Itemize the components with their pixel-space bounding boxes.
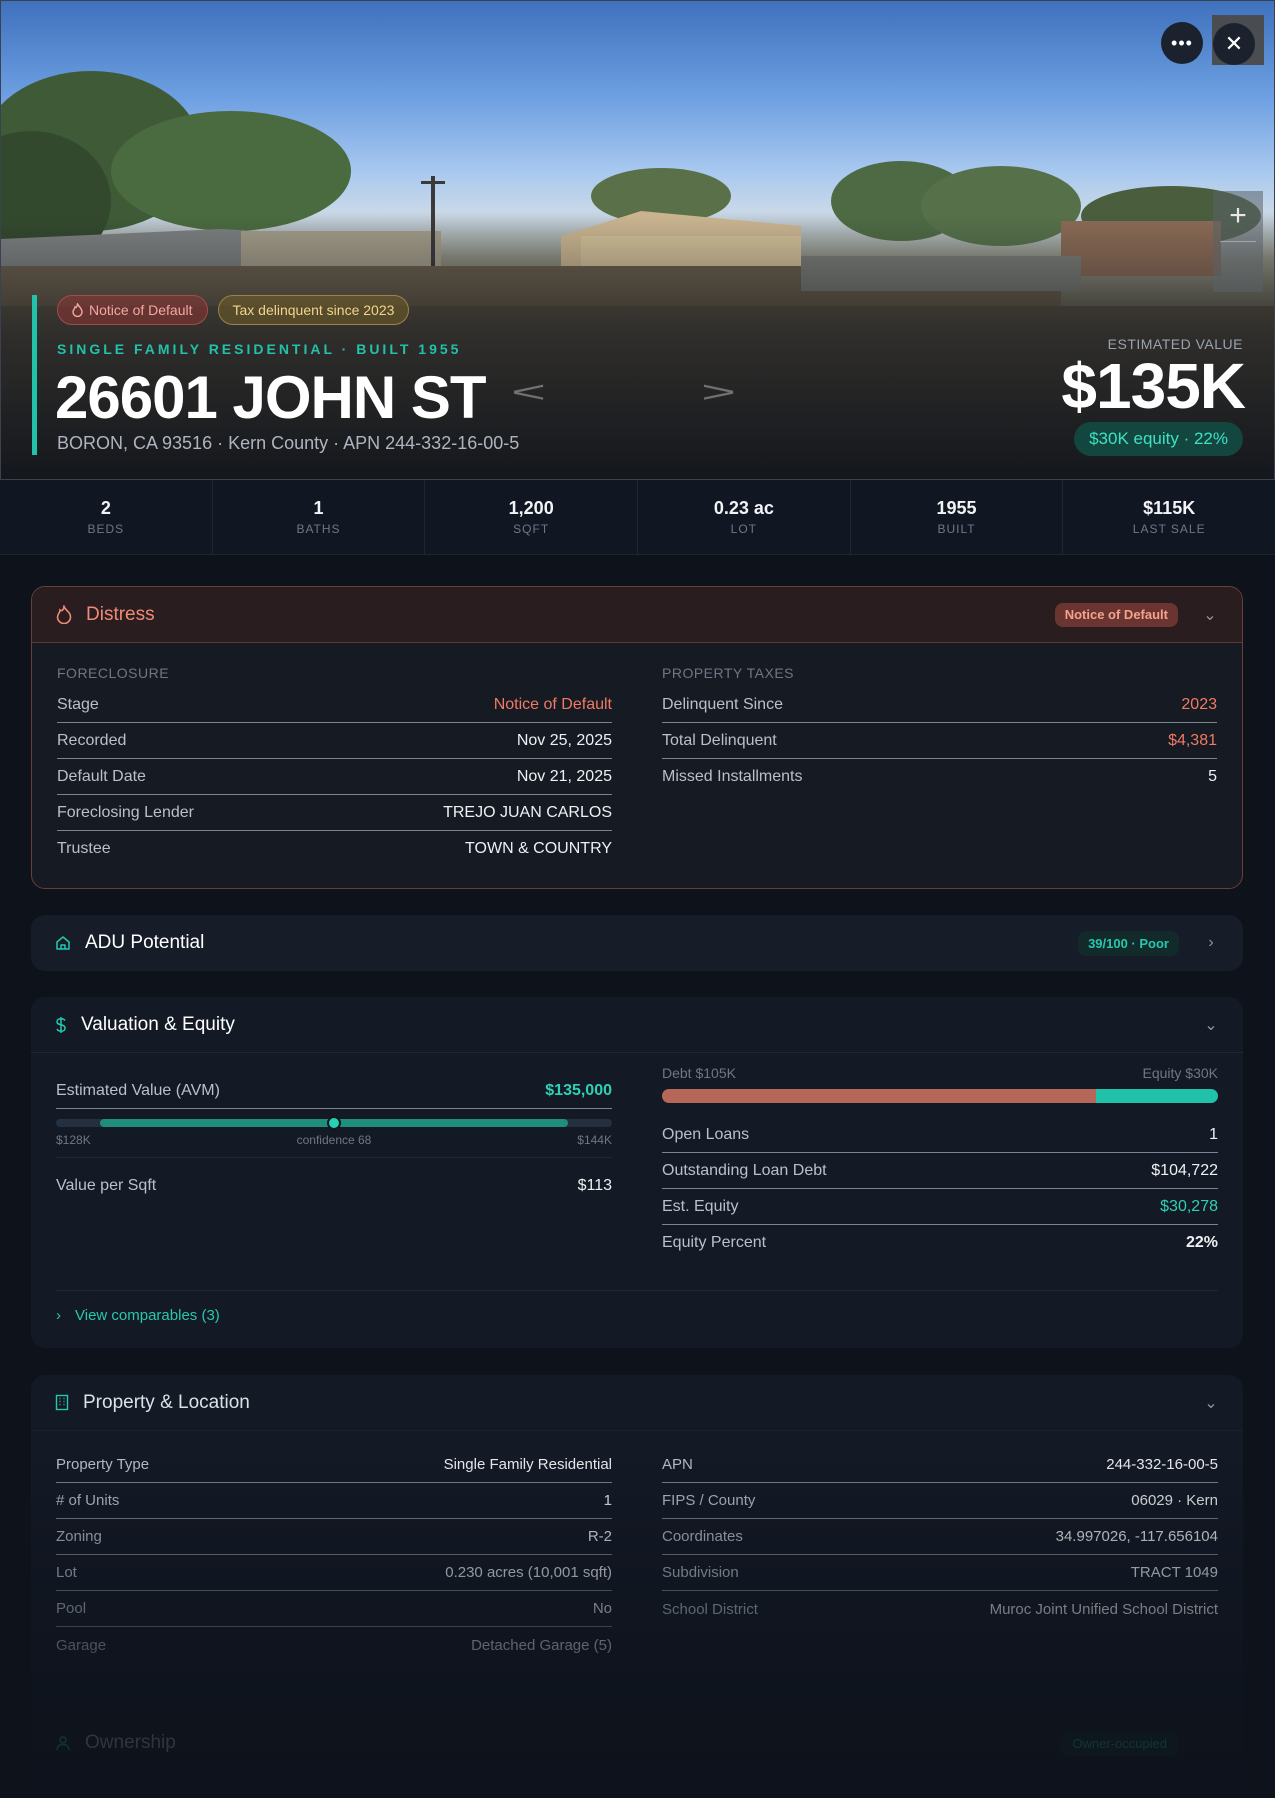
debt-equity-section: Debt $105K Equity $30K Open Loans 1 Outst… <box>662 1065 1218 1261</box>
stat-lot: 0.23 ac LOT <box>638 480 851 554</box>
debt-equity-bar <box>662 1089 1218 1103</box>
chevron-down-icon[interactable]: ⌄ <box>1202 605 1218 625</box>
table-row: Garage Detached Garage (5) <box>56 1636 612 1654</box>
table-row: School District Muroc Joint Unified Schoo… <box>662 1600 1218 1618</box>
dollar-icon <box>56 1016 66 1033</box>
equity-segment <box>1095 1089 1218 1103</box>
table-row: # of Units 1 <box>56 1483 612 1519</box>
debt-segment <box>662 1089 1096 1103</box>
table-row: Foreclosing Lender TREJO JUAN CARLOS <box>57 795 612 831</box>
table-row: Total Delinquent $4,381 <box>662 723 1217 759</box>
property-address: 26601 JOHN ST <box>55 364 487 431</box>
distress-title: Distress <box>86 603 155 625</box>
previous-view-arrow[interactable]: < <box>511 374 546 409</box>
table-row: Stage Notice of Default <box>57 687 612 723</box>
table-row: APN 244-332-16-00-5 <box>662 1447 1218 1483</box>
adu-title: ADU Potential <box>85 932 205 953</box>
table-row: FIPS / County 06029 · Kern <box>662 1483 1218 1519</box>
table-row: Subdivision TRACT 1049 <box>662 1555 1218 1591</box>
ownership-title: Ownership <box>85 1732 176 1753</box>
foreclosure-section: FORECLOSURE Stage Notice of Default Recor… <box>57 665 612 867</box>
estimated-value: $135K <box>1061 350 1246 422</box>
property-card-header[interactable]: Property & Location ⌄ <box>31 1375 1243 1431</box>
owner-occupied-badge: Owner-occupied <box>1060 1730 1179 1756</box>
close-button[interactable]: ✕ <box>1213 23 1255 65</box>
flame-icon <box>72 303 83 317</box>
adu-score-badge: 39/100 · Poor <box>1078 930 1179 956</box>
table-row: Zoning R-2 <box>56 1519 612 1555</box>
property-subaddress: BORON, CA 93516 · Kern County · APN 244-… <box>57 433 520 453</box>
confidence-label: confidence 68 <box>296 1133 372 1147</box>
table-row: Est. Equity $30,278 <box>662 1189 1218 1225</box>
avm-row: Estimated Value (AVM) $135,000 <box>56 1073 612 1109</box>
table-row: Value per Sqft $113 <box>56 1177 612 1194</box>
chevron-down-icon[interactable]: ⌄ <box>1203 1015 1219 1035</box>
user-icon <box>56 1736 70 1751</box>
table-row: Property Type Single Family Residential <box>56 1447 612 1483</box>
table-row: Equity Percent 22% <box>662 1234 1218 1251</box>
distress-card-header[interactable]: Distress Notice of Default ⌄ <box>32 587 1242 643</box>
view-comparables-link[interactable]: › View comparables (3) <box>56 1290 1218 1324</box>
adu-potential-card[interactable]: ADU Potential 39/100 · Poor › <box>31 915 1243 971</box>
avm-section: Estimated Value (AVM) $135,000 $128K con… <box>56 1073 612 1261</box>
property-details-left: Property Type Single Family Residential #… <box>56 1447 612 1663</box>
debt-label: Debt $105K <box>662 1065 736 1081</box>
building-icon <box>55 1394 69 1411</box>
table-row: Missed Installments 5 <box>662 768 1217 785</box>
table-row: Default Date Nov 21, 2025 <box>57 759 612 795</box>
equity-label: Equity $30K <box>1142 1065 1219 1081</box>
zoom-in-button[interactable]: + <box>1213 191 1263 241</box>
chevron-down-icon[interactable]: ⌄ <box>1203 1393 1219 1413</box>
chevron-right-icon[interactable]: › <box>1203 934 1219 952</box>
property-type-eyebrow: SINGLE FAMILY RESIDENTIAL · BUILT 1955 <box>57 341 462 357</box>
table-row: Coordinates 34.997026, -117.656104 <box>662 1519 1218 1555</box>
equity-badge: $30K equity · 22% <box>1074 422 1243 456</box>
property-title: Property & Location <box>83 1391 250 1413</box>
property-details-right: APN 244-332-16-00-5 FIPS / County 06029 · … <box>662 1447 1218 1663</box>
property-taxes-label: PROPERTY TAXES <box>662 665 795 681</box>
next-view-arrow[interactable]: > <box>701 374 736 409</box>
valuation-title: Valuation & Equity <box>81 1013 235 1035</box>
home-icon <box>56 936 70 950</box>
status-tags: Notice of Default Tax delinquent since 2… <box>57 295 410 325</box>
distress-card: Distress Notice of Default ⌄ FORECLOSURE… <box>31 586 1243 889</box>
flame-icon <box>56 605 72 624</box>
range-high-label: $144K <box>577 1133 612 1147</box>
stat-last-sale: $115K LAST SALE <box>1132 498 1206 536</box>
table-row: Lot 0.230 acres (10,001 sqft) <box>56 1555 612 1591</box>
table-row: Delinquent Since 2023 <box>662 687 1217 723</box>
property-stats-strip: 2 BEDS 1 BATHS 1,200 SQFT 0.23 ac LOT 19… <box>0 480 1275 555</box>
more-options-button[interactable]: ••• <box>1161 22 1203 64</box>
avm-point-marker <box>327 1116 341 1130</box>
stat-sqft: 1,200 SQFT <box>425 480 639 554</box>
table-row: Open Loans 1 <box>662 1117 1218 1153</box>
table-row: Outstanding Loan Debt $104,722 <box>662 1153 1218 1189</box>
range-low-label: $128K <box>56 1133 91 1147</box>
tax-delinquent-tag: Tax delinquent since 2023 <box>217 295 410 325</box>
valuation-equity-card: Valuation & Equity ⌄ Estimated Value (AV… <box>31 997 1243 1348</box>
property-taxes-section: PROPERTY TAXES Delinquent Since 2023 Tota… <box>662 665 1217 867</box>
foreclosure-label: FORECLOSURE <box>57 665 170 681</box>
stat-beds: 2 BEDS <box>0 480 213 554</box>
street-view-hero: ••• ✕ + < > Notice of Default Tax delinq… <box>0 0 1275 480</box>
chevron-right-icon: › <box>56 1307 61 1324</box>
table-row: Recorded Nov 25, 2025 <box>57 723 612 759</box>
street-view-zoom-control: + <box>1213 191 1263 292</box>
distress-status-badge: Notice of Default <box>1054 602 1178 627</box>
valuation-card-header[interactable]: Valuation & Equity ⌄ <box>31 997 1243 1053</box>
table-row: Trustee TOWN & COUNTRY <box>57 840 612 857</box>
avm-range-slider <box>56 1116 612 1130</box>
notice-of-default-tag: Notice of Default <box>57 295 208 325</box>
table-row: Pool No <box>56 1591 612 1627</box>
stat-built: 1955 BUILT <box>851 480 1064 554</box>
stat-baths: 1 BATHS <box>213 480 426 554</box>
ownership-card[interactable]: Ownership Owner-occupied <box>31 1715 1243 1771</box>
